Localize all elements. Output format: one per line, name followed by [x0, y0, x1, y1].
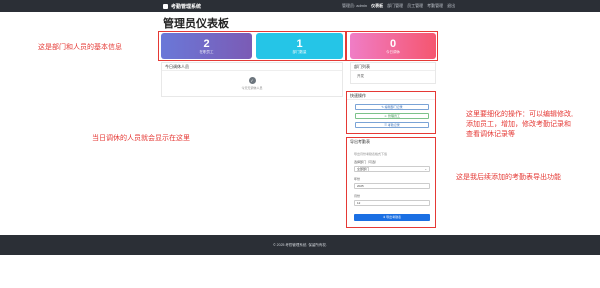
department-list-panel: 部门列表 开发 [350, 62, 436, 84]
empty-state: ✓ 今天无调休人员 [162, 77, 342, 90]
year-input[interactable]: 2025 [354, 183, 430, 189]
list-item[interactable]: 开发 [351, 71, 435, 82]
annotation-quick-line1: 这里要细化的操作：可以编辑修改, [466, 111, 573, 118]
annotation-box-stats [158, 31, 346, 61]
annotation-quick-line2: 添加员工，增加，修改考勤记录和 [466, 121, 571, 128]
select-value: 全部部门 [357, 167, 370, 171]
today-leave-panel: 今日调休人员 ✓ 今天无调休人员 [161, 62, 343, 97]
brand-name: 考勤管理系统 [171, 3, 202, 10]
annotation-quick-line3: 查看调休记录等 [466, 131, 515, 138]
quick-actions-panel: 快速操作 ✎ 编辑部门记录 ☺ 管理员工 ☰ 考勤记录 [346, 91, 436, 134]
month-input[interactable]: 12 [354, 200, 430, 206]
nav-employees[interactable]: 员工管理 [407, 3, 423, 9]
dept-label: 选择部门（可选） [354, 160, 379, 164]
nav-attendance[interactable]: 考勤管理 [427, 3, 443, 9]
nav-menu: 管理员: admin 仪表板 部门管理 员工管理 考勤管理 退出 [342, 2, 455, 10]
page-title: 管理员仪表板 [163, 18, 229, 30]
month-label: 月份 [354, 194, 361, 198]
annotation-leave: 当日调休的人员就会显示在这里 [92, 135, 190, 142]
manage-employees-button[interactable]: ☺ 管理员工 [355, 113, 429, 119]
chevron-down-icon: ⌄ [424, 167, 427, 171]
nav-departments[interactable]: 部门管理 [387, 3, 403, 9]
annotation-stats: 这是部门和人员的基本信息 [38, 44, 122, 51]
panel-title: 导出考勤表 [350, 139, 370, 144]
department-select[interactable]: 全部部门 ⌄ [354, 166, 430, 172]
annotation-box-leave-card [346, 31, 438, 61]
export-subtitle: 导出月份考勤表格式下载 [354, 152, 388, 156]
nav-user[interactable]: 管理员: admin [342, 3, 367, 9]
attendance-records-button[interactable]: ☰ 考勤记录 [355, 122, 429, 128]
annotation-export: 这是我后续添加的考勤表导出功能 [456, 174, 561, 181]
nav-logout[interactable]: 退出 [447, 3, 455, 9]
top-navbar: 考勤管理系统 管理员: admin 仪表板 部门管理 员工管理 考勤管理 退出 [0, 0, 600, 12]
panel-title: 快速操作 [347, 92, 435, 100]
button-label: 考勤记录 [387, 123, 400, 127]
export-attendance-panel: 导出考勤表 导出月份考勤表格式下载 选择部门（可选） 全部部门 ⌄ 年份 202… [346, 137, 436, 228]
button-label: 管理员工 [387, 114, 400, 118]
nav-dashboard[interactable]: 仪表板 [371, 3, 383, 9]
panel-title: 部门列表 [351, 63, 435, 71]
info-icon: ✓ [248, 77, 256, 84]
year-label: 年份 [354, 177, 361, 181]
panel-title: 今日调休人员 [162, 63, 342, 71]
brand[interactable]: 考勤管理系统 [163, 2, 201, 10]
calendar-icon [163, 3, 168, 9]
edit-department-button[interactable]: ✎ 编辑部门记录 [355, 104, 429, 110]
page-footer: © 2025 考勤管理系统. 保留所有权. [0, 235, 600, 255]
export-button[interactable]: ⬇ 导出考勤表 [354, 214, 430, 221]
button-label: 编辑部门记录 [384, 105, 403, 109]
empty-text: 今天无调休人员 [241, 86, 263, 90]
button-label: 导出考勤表 [386, 215, 402, 219]
